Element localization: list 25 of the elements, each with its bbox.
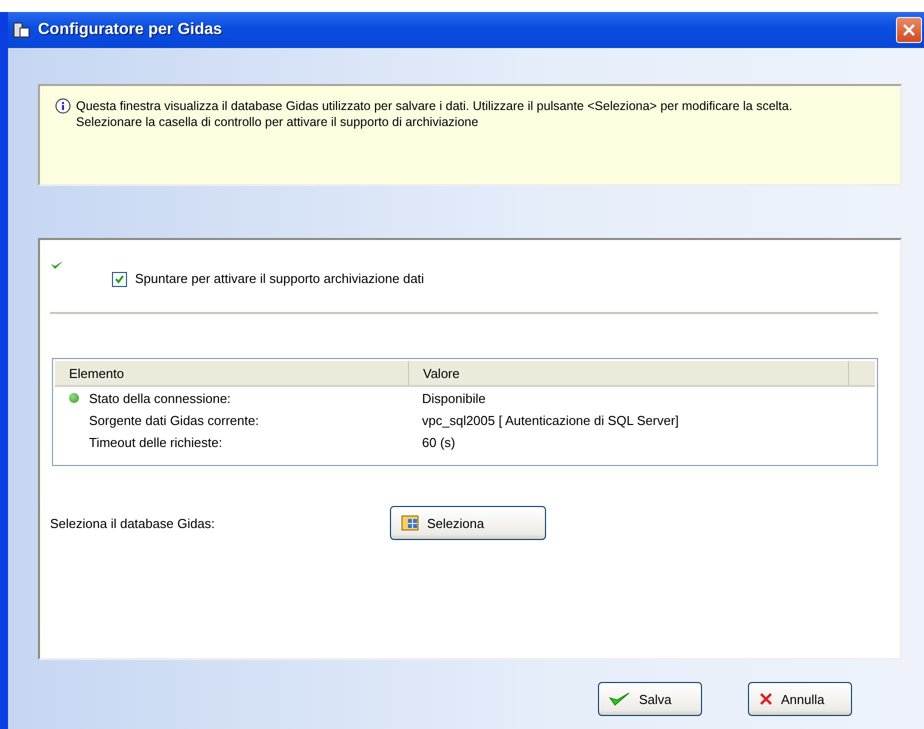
- column-header[interactable]: Valore: [409, 361, 849, 385]
- select-button[interactable]: Seleziona: [390, 506, 546, 540]
- table-icon: [401, 515, 419, 531]
- status-dot-icon: [69, 393, 79, 403]
- checkbox-label: Spuntare per attivare il supporto archiviazione dati: [135, 271, 424, 286]
- cancel-button[interactable]: Annulla: [748, 682, 852, 716]
- info-text: Questa finestra visualizza il database Gidas utilizzato per salvare i dati. Utilizzare il pulsante <Seleziona> per modificare la scelta. Selezionare la casella di controllo per attivare il supporto di archiviazione: [76, 98, 794, 131]
- close-button[interactable]: [896, 17, 922, 43]
- table-cell-text: Disponibile: [421, 390, 487, 406]
- column-header[interactable]: Elemento: [55, 361, 409, 385]
- checkbox[interactable]: [112, 272, 127, 287]
- check-icon: [609, 691, 631, 707]
- close-icon: [901, 22, 917, 38]
- table-cell: Stato della connessione:: [55, 390, 409, 406]
- check-icon: [50, 260, 64, 270]
- table-cell-text: vpc_sql2005 [ Autenticazione di SQL Server]: [421, 412, 680, 428]
- table-cell-text: Sorgente dati Gidas corrente:: [88, 412, 260, 428]
- select-label: Seleziona il database Gidas:: [50, 516, 216, 530]
- table-cell-text: 60 (s): [421, 434, 456, 450]
- window-title: Configuratore per Gidas: [38, 21, 224, 39]
- table-cell-text: Timeout delle richieste:: [88, 434, 224, 450]
- close-icon: [759, 692, 773, 706]
- window-icon: [12, 21, 30, 39]
- save-button[interactable]: Salva: [598, 682, 702, 716]
- info-icon: [54, 98, 72, 116]
